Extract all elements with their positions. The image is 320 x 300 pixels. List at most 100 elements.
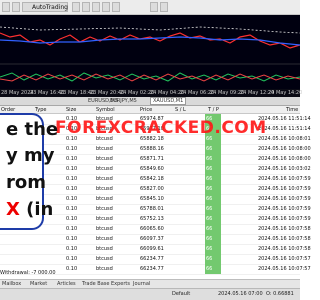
cell-size: 0.10 <box>66 236 78 242</box>
cell-time: 2024.05.16 10:08:00 <box>258 156 311 162</box>
cell-price: 65842.18 <box>140 176 164 182</box>
indicator-svg <box>0 72 300 82</box>
cell-price: 65849.60 <box>140 166 164 172</box>
date-label: 24 May 14:20 <box>268 90 303 96</box>
tab-market[interactable]: Market <box>30 281 47 287</box>
cell-tp: 66 <box>205 194 221 204</box>
indicator-panel[interactable] <box>0 65 300 90</box>
band-line <box>0 26 300 34</box>
cell-size: 0.10 <box>66 246 78 252</box>
status-bar: Default 2024.05.16 07:00 O: 0.66881 <box>0 288 300 300</box>
tab-chart-active[interactable]: XAUUSD,M1 <box>150 97 187 105</box>
cell-time: 2024.05.16 10:07:58 <box>258 236 311 242</box>
autotrading-button[interactable]: AutoTrading <box>22 2 68 12</box>
cell-time: 2024.05.16 10:07:59 <box>258 206 311 212</box>
cell-tp-value: 66 <box>206 156 213 162</box>
col-symbol[interactable]: Symbol <box>96 107 115 113</box>
cell-tp-value: 66 <box>206 256 213 262</box>
cell-size: 0.10 <box>66 256 78 262</box>
cell-tp: 66 <box>205 174 221 184</box>
cell-price: 65827.00 <box>140 186 164 192</box>
tab-tradebase[interactable]: Trade Base <box>82 281 109 287</box>
cell-symbol: btcusd <box>96 216 113 222</box>
status-datetime: 2024.05.16 07:00 <box>218 291 263 297</box>
cell-symbol: btcusd <box>96 206 113 212</box>
caption-overlay: e the y my rom X (in <box>0 113 58 230</box>
cell-tp-value: 66 <box>206 166 213 172</box>
cell-symbol: btcusd <box>96 246 113 252</box>
cell-size: 0.10 <box>66 166 78 172</box>
cell-symbol: btcusd <box>96 156 113 162</box>
navigator-button[interactable] <box>12 2 20 12</box>
cell-symbol: btcusd <box>96 236 113 242</box>
zoom-in-icon[interactable] <box>102 2 110 12</box>
cell-tp-value: 66 <box>206 146 213 152</box>
tab-articles[interactable]: Articles <box>57 281 76 287</box>
cell-tp: 66 <box>205 234 221 244</box>
cell-size: 0.10 <box>66 176 78 182</box>
caption-highlight: X (in <box>6 199 54 220</box>
cell-tp: 66 <box>205 224 221 234</box>
status-open: O: 0.66881 <box>266 291 294 297</box>
cell-time: 2024.05.16 10:03:02 <box>258 166 311 172</box>
tab-chart[interactable]: EURJPY,M5 <box>110 98 137 104</box>
cell-symbol: btcusd <box>96 166 113 172</box>
cell-symbol: btcusd <box>96 256 113 262</box>
cell-tp: 66 <box>205 154 221 164</box>
price-line <box>0 32 300 49</box>
cell-time: 2024.05.16 10:08:00 <box>258 146 311 152</box>
tab-experts[interactable]: Experts <box>111 281 130 287</box>
zoom-out-icon[interactable] <box>112 2 120 12</box>
grid-icon[interactable] <box>150 2 158 12</box>
cell-time: 2024.05.16 10:07:59 <box>258 216 311 222</box>
cell-tp: 66 <box>205 184 221 194</box>
col-size[interactable]: Size <box>66 107 76 113</box>
col-time[interactable]: Time <box>286 107 298 113</box>
cell-tp: 66 <box>205 214 221 224</box>
cell-tp-value: 66 <box>206 196 213 202</box>
cell-size: 0.10 <box>66 266 78 272</box>
cell-time: 2024.05.16 10:07:57 <box>258 256 311 262</box>
watermark: FOREXCRACKED.COM <box>55 118 267 138</box>
caption-line: X (in <box>6 199 53 220</box>
autoscroll-icon[interactable] <box>160 2 168 12</box>
withdrawal-label: Withdrawal: -7 000.00 <box>0 270 56 276</box>
caption-line: y my <box>6 145 55 166</box>
date-label: 28 May 2024 <box>1 90 34 96</box>
cell-symbol: btcusd <box>96 146 113 152</box>
cell-size: 0.10 <box>66 226 78 232</box>
cell-symbol: btcusd <box>96 196 113 202</box>
cell-time: 2024.05.16 10:07:57 <box>258 266 311 272</box>
col-price[interactable]: Price <box>140 107 152 113</box>
tab-mailbox[interactable]: Mailbox <box>2 281 21 287</box>
col-type[interactable]: Type <box>35 107 46 113</box>
chart-line-icon[interactable] <box>92 2 100 12</box>
cell-price: 65788.01 <box>140 206 164 212</box>
col-tp[interactable]: T / P <box>208 107 219 113</box>
table-header: Order Type Size Symbol Price S / L T / P… <box>0 106 300 114</box>
cell-price: 65888.16 <box>140 146 164 152</box>
caption-line: e the <box>6 119 59 140</box>
chart-candles-icon[interactable] <box>82 2 90 12</box>
cell-time: 2024.05.16 10:07:58 <box>258 226 311 232</box>
autotrading-label: AutoTrading <box>32 4 68 11</box>
cell-symbol: btcusd <box>96 186 113 192</box>
tab-journal[interactable]: Journal <box>133 281 150 287</box>
cell-tp-value: 66 <box>206 186 213 192</box>
caption-line: rom <box>6 172 46 193</box>
chart-bars-icon[interactable] <box>72 2 80 12</box>
cell-tp: 66 <box>205 164 221 174</box>
cell-price: 66097.37 <box>140 236 164 242</box>
cell-size: 0.10 <box>66 156 78 162</box>
cell-tp: 66 <box>205 254 221 264</box>
new-order-button[interactable] <box>2 2 10 12</box>
cell-price: 66099.61 <box>140 246 164 252</box>
col-sl[interactable]: S / L <box>175 107 186 113</box>
cell-symbol: btcusd <box>96 176 113 182</box>
cell-tp-value: 66 <box>206 236 213 242</box>
cell-tp: 66 <box>205 264 221 274</box>
cell-size: 0.10 <box>66 186 78 192</box>
cell-tp: 66 <box>205 244 221 254</box>
status-profile: Default <box>172 291 191 297</box>
cell-symbol: btcusd <box>96 266 113 272</box>
